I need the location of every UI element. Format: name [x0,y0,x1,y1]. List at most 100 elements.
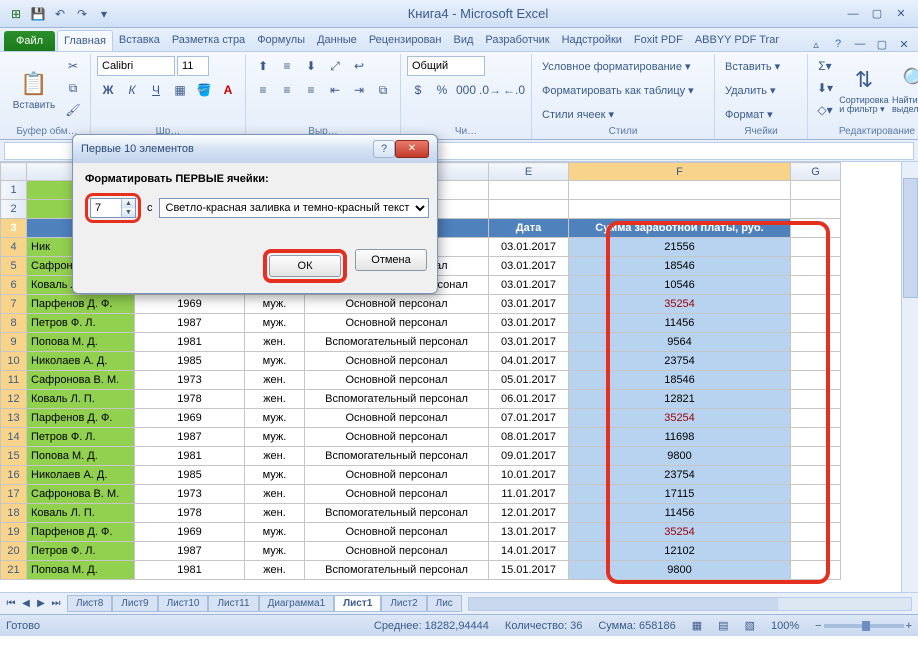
italic-icon[interactable]: К [121,80,143,100]
cell[interactable]: муж. [245,352,305,371]
cell[interactable]: 03.01.2017 [489,276,569,295]
doc-max-icon[interactable]: ▢ [874,38,890,51]
sheet-tab[interactable]: Лист2 [381,595,426,612]
cell[interactable] [791,428,841,447]
col-header[interactable] [1,163,27,181]
cell[interactable]: 17115 [569,485,791,504]
cell[interactable]: 35254 [569,409,791,428]
tab-Данные[interactable]: Данные [311,30,363,51]
indent-dec-icon[interactable]: ⇤ [324,80,346,100]
maximize-icon[interactable]: ▢ [866,5,888,23]
align-center-icon[interactable]: ≡ [276,80,298,100]
cell[interactable] [791,333,841,352]
sheet-nav-last-icon[interactable]: ⏭ [49,598,63,609]
row-header[interactable]: 9 [1,333,27,352]
col-header[interactable]: F [569,163,791,181]
tab-Главная[interactable]: Главная [57,30,113,51]
cell[interactable]: муж. [245,409,305,428]
cell[interactable]: Парфенов Д. Ф. [27,295,135,314]
cell[interactable]: Парфенов Д. Ф. [27,523,135,542]
cell[interactable]: 23754 [569,466,791,485]
cell[interactable]: 1978 [135,504,245,523]
cell[interactable]: жен. [245,390,305,409]
tab-Разработчик[interactable]: Разработчик [479,30,555,51]
doc-min-icon[interactable]: — [852,38,868,51]
table-row[interactable]: 19Парфенов Д. Ф.1969муж.Основной персона… [1,523,841,542]
cell[interactable]: Попова М. Д. [27,447,135,466]
cell[interactable]: 1969 [135,523,245,542]
row-header[interactable]: 6 [1,276,27,295]
sheet-tab[interactable]: Диаграмма1 [259,595,335,612]
align-right-icon[interactable]: ≡ [300,80,322,100]
qat-dropdown-icon[interactable]: ▾ [94,4,114,24]
cell[interactable]: 12.01.2017 [489,504,569,523]
row-header[interactable]: 7 [1,295,27,314]
format-painter-icon[interactable]: 🖌 [62,100,84,120]
sheet-tab[interactable]: Лист11 [208,595,258,612]
tab-Рецензирован[interactable]: Рецензирован [363,30,448,51]
cell[interactable]: Попова М. Д. [27,333,135,352]
table-row[interactable]: 10Николаев А. Д.1985муж.Основной персона… [1,352,841,371]
cell[interactable]: Основной персонал [305,523,489,542]
cell[interactable] [791,447,841,466]
format-cells-button[interactable]: Формат ▾ [721,104,777,124]
cell[interactable]: 11456 [569,504,791,523]
sheet-nav-prev-icon[interactable]: ◀ [19,598,33,609]
cell[interactable]: Вспомогательный персонал [305,561,489,580]
font-size-combo[interactable] [177,56,209,76]
border-icon[interactable]: ▦ [169,80,191,100]
row-header[interactable]: 10 [1,352,27,371]
row-header[interactable]: 5 [1,257,27,276]
number-format-combo[interactable] [407,56,485,76]
save-icon[interactable]: 💾 [28,4,48,24]
cell[interactable]: Коваль Л. П. [27,390,135,409]
cell[interactable]: Основной персонал [305,371,489,390]
cell[interactable]: 1978 [135,390,245,409]
cell[interactable] [791,466,841,485]
cell[interactable]: 03.01.2017 [489,295,569,314]
cell[interactable] [791,371,841,390]
tab-Формулы[interactable]: Формулы [251,30,311,51]
cell[interactable]: 23754 [569,352,791,371]
cell[interactable] [791,390,841,409]
tab-Foxit PDF[interactable]: Foxit PDF [628,30,689,51]
cell[interactable]: 9800 [569,447,791,466]
paste-button[interactable]: 📋 Вставить [10,56,58,122]
wrap-icon[interactable]: ↩ [348,56,370,76]
inc-decimal-icon[interactable]: .0→ [479,80,501,100]
cell[interactable]: 11698 [569,428,791,447]
currency-icon[interactable]: $ [407,80,429,100]
col-header[interactable]: G [791,163,841,181]
undo-icon[interactable]: ↶ [50,4,70,24]
cell[interactable]: 04.01.2017 [489,352,569,371]
insert-cells-button[interactable]: Вставить ▾ [721,56,784,76]
cell[interactable]: 1981 [135,561,245,580]
sort-filter-button[interactable]: ⇅ Сортировка и фильтр ▾ [840,56,888,122]
cell[interactable] [791,352,841,371]
cell[interactable]: 14.01.2017 [489,542,569,561]
table-row[interactable]: 20Петров Ф. Л.1987муж.Основной персонал1… [1,542,841,561]
row-header[interactable]: 21 [1,561,27,580]
cell[interactable]: Вспомогательный персонал [305,390,489,409]
cell[interactable]: Николаев А. Д. [27,466,135,485]
clear-icon[interactable]: ◇▾ [814,100,836,120]
find-select-button[interactable]: 🔍 Найти и выделить ▾ [892,56,918,122]
cell[interactable]: Основной персонал [305,295,489,314]
table-row[interactable]: 9Попова М. Д.1981жен.Вспомогательный пер… [1,333,841,352]
table-row[interactable]: 8Петров Ф. Л.1987муж.Основной персонал03… [1,314,841,333]
cell[interactable]: 35254 [569,295,791,314]
bold-icon[interactable]: Ж [97,80,119,100]
count-spinner[interactable]: ▲▼ [90,198,136,218]
tab-file[interactable]: Файл [4,31,55,51]
table-row[interactable]: 17Сафронова В. М.1973жен.Основной персон… [1,485,841,504]
cell[interactable]: 1969 [135,409,245,428]
row-header[interactable]: 4 [1,238,27,257]
cell[interactable] [791,257,841,276]
cell[interactable]: 1981 [135,447,245,466]
cell[interactable]: 13.01.2017 [489,523,569,542]
cell[interactable]: Парфенов Д. Ф. [27,409,135,428]
row-header[interactable]: 11 [1,371,27,390]
cell[interactable]: Петров Ф. Л. [27,314,135,333]
cell[interactable]: 11.01.2017 [489,485,569,504]
cell[interactable]: 1985 [135,466,245,485]
